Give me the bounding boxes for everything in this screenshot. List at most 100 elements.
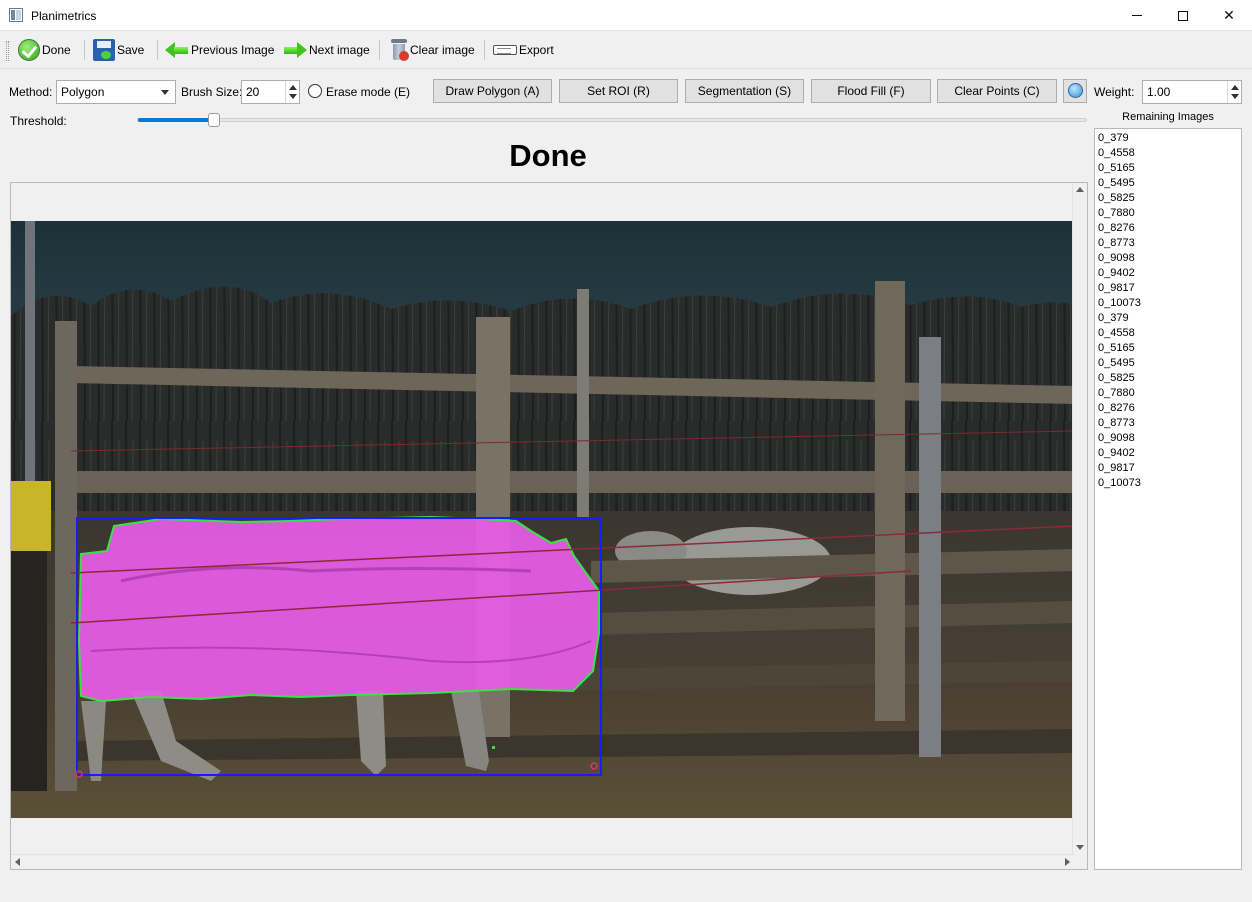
remaining-image-item[interactable]: 0_4558 [1098,326,1238,341]
globe-icon [1068,83,1083,98]
clear-points-button[interactable]: Clear Points (C) [937,79,1057,103]
remaining-image-item[interactable]: 0_5495 [1098,356,1238,371]
remaining-image-item[interactable]: 0_5825 [1098,371,1238,386]
vertical-scrollbar[interactable] [1072,183,1087,854]
title-bar: Planimetrics ✕ [0,0,1252,31]
remaining-image-item[interactable]: 0_9098 [1098,431,1238,446]
toolbar-separator [379,40,380,60]
spin-up-icon[interactable] [289,85,297,90]
arrow-left-icon [165,42,189,58]
scroll-left-icon[interactable] [15,858,20,866]
close-button[interactable]: ✕ [1206,0,1252,31]
segmentation-mask[interactable] [77,515,600,703]
annotated-image[interactable] [11,221,1074,818]
remaining-image-item[interactable]: 0_5165 [1098,161,1238,176]
clear-image-button[interactable]: Clear image [390,35,475,65]
brush-size-label: Brush Size: [181,85,243,99]
export-icon [493,45,517,55]
spin-up-icon[interactable] [1231,85,1239,90]
remaining-image-item[interactable]: 0_5825 [1098,191,1238,206]
brush-size-value: 20 [246,85,260,99]
spin-down-icon[interactable] [289,94,297,99]
export-label: Export [519,43,554,57]
remaining-image-item[interactable]: 0_4558 [1098,146,1238,161]
erase-mode-radio[interactable] [308,84,322,98]
toolbar-separator [484,40,485,60]
maximize-icon [1178,10,1188,21]
weight-value: 1.00 [1147,85,1171,99]
image-canvas[interactable] [11,221,1074,818]
threshold-slider[interactable] [137,113,1087,127]
scroll-right-icon[interactable] [1065,858,1070,866]
erase-mode-label[interactable]: Erase mode (E) [326,85,410,99]
remaining-image-item[interactable]: 0_8773 [1098,236,1238,251]
info-button[interactable] [1063,79,1087,103]
remaining-image-item[interactable]: 0_8276 [1098,221,1238,236]
fence-post [919,337,941,757]
brush-size-spinbox[interactable]: 20 [241,80,300,104]
remaining-image-item[interactable]: 0_10073 [1098,296,1238,311]
remaining-image-item[interactable]: 0_7880 [1098,206,1238,221]
remaining-image-item[interactable]: 0_9402 [1098,266,1238,281]
threshold-slider-fill [138,118,214,122]
minimize-button[interactable] [1114,0,1160,31]
clear-image-label: Clear image [410,43,475,57]
remaining-image-item[interactable]: 0_8276 [1098,401,1238,416]
toolbar-grip[interactable] [6,41,9,61]
remaining-image-item[interactable]: 0_9402 [1098,446,1238,461]
previous-image-label: Previous Image [191,43,275,57]
method-value: Polygon [61,85,105,99]
flood-fill-button[interactable]: Flood Fill (F) [811,79,931,103]
maximize-button[interactable] [1160,0,1206,31]
contour-fragment [492,746,495,749]
fence-post [875,281,905,721]
threshold-label: Threshold: [10,114,67,128]
weight-label: Weight: [1094,85,1135,99]
person-body [11,551,47,791]
remaining-image-item[interactable]: 0_9817 [1098,461,1238,476]
remaining-image-item[interactable]: 0_379 [1098,311,1238,326]
weight-spinbox[interactable]: 1.00 [1142,80,1242,104]
previous-image-button[interactable]: Previous Image [165,35,274,65]
checkmark-icon [18,39,40,61]
remaining-image-item[interactable]: 0_7880 [1098,386,1238,401]
remaining-image-item[interactable]: 0_9098 [1098,251,1238,266]
chevron-down-icon [161,90,169,95]
remaining-image-item[interactable]: 0_5165 [1098,341,1238,356]
remaining-images-list[interactable]: 0_379 0_4558 0_5165 0_5495 0_5825 0_7880 0_827… [1094,128,1242,870]
remaining-images-title: Remaining Images [1122,111,1214,123]
remaining-image-item[interactable]: 0_379 [1098,131,1238,146]
spin-down-icon[interactable] [1231,94,1239,99]
status-heading: Done [509,138,587,173]
remaining-image-item[interactable]: 0_8773 [1098,416,1238,431]
horizontal-scrollbar[interactable] [11,854,1074,869]
export-button[interactable]: Export [493,35,554,65]
method-label: Method: [9,85,53,99]
fence-post [577,289,589,519]
fence-post [55,321,77,791]
arrow-right-icon [283,42,307,58]
trash-icon [390,39,409,61]
draw-polygon-button[interactable]: Draw Polygon (A) [433,79,552,103]
main-toolbar: Done Save Previous Image Next image Clea… [0,31,1252,69]
save-button[interactable]: Save [93,35,144,65]
remaining-image-item[interactable]: 0_10073 [1098,476,1238,491]
scroll-up-icon[interactable] [1076,187,1084,192]
app-icon [9,8,23,22]
minimize-icon [1132,15,1142,16]
remaining-image-item[interactable]: 0_9817 [1098,281,1238,296]
done-button[interactable]: Done [18,35,71,65]
set-roi-button[interactable]: Set ROI (R) [559,79,678,103]
done-label: Done [42,43,71,57]
threshold-slider-handle[interactable] [208,113,220,127]
segmentation-button[interactable]: Segmentation (S) [685,79,804,103]
save-label: Save [117,43,145,57]
scroll-down-icon[interactable] [1076,845,1084,850]
person-jacket [11,481,51,551]
image-viewport[interactable] [10,182,1088,870]
next-image-button[interactable]: Next image [283,35,370,65]
remaining-image-item[interactable]: 0_5495 [1098,176,1238,191]
method-select[interactable]: Polygon [56,80,176,104]
close-icon: ✕ [1223,7,1235,23]
toolbar-separator [157,40,158,60]
